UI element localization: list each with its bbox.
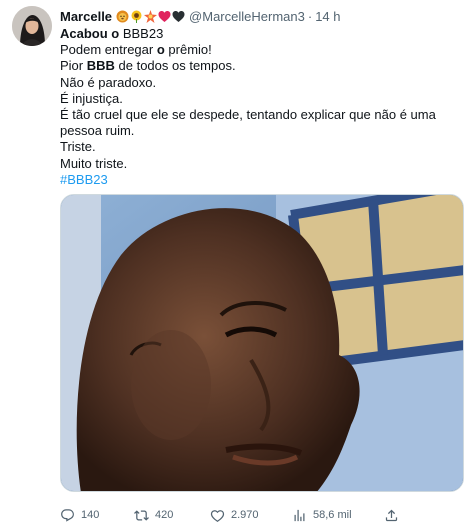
avatar[interactable] bbox=[12, 6, 52, 46]
author-name[interactable]: Marcelle bbox=[60, 9, 112, 24]
heart-icon bbox=[210, 509, 225, 522]
tweet-actions: 140 420 2.970 58,6 mil bbox=[60, 505, 464, 525]
like-count: 2.970 bbox=[231, 509, 259, 521]
tweet-line-2-start: Podem entregar bbox=[60, 42, 157, 58]
reply-button[interactable]: 140 bbox=[60, 508, 99, 523]
author-handle[interactable]: @MarcelleHerman3 bbox=[189, 9, 305, 24]
tweet-line-7: Triste. bbox=[60, 139, 96, 155]
views-count: 58,6 mil bbox=[313, 509, 352, 521]
red-heart-emoji-icon bbox=[158, 10, 171, 22]
tweet-timestamp[interactable]: 14 h bbox=[315, 9, 340, 24]
like-button[interactable]: 2.970 bbox=[210, 508, 259, 523]
avatar-image bbox=[12, 6, 52, 46]
tweet-line-2: Podem entregar o prêmio! bbox=[60, 42, 465, 58]
tweet-line-3-start: Pior bbox=[60, 58, 87, 74]
retweet-count: 420 bbox=[155, 509, 174, 521]
tweet[interactable]: Marcelle @MarcelleHerman3 · 14 h Acabou … bbox=[0, 0, 475, 532]
tweet-line-2-end: prêmio! bbox=[164, 42, 212, 58]
tweet-line-3-bold: BBB bbox=[86, 58, 115, 74]
author-emojis bbox=[116, 9, 185, 23]
tweet-line-8: Muito triste. bbox=[60, 155, 128, 171]
crying-man-photo bbox=[61, 195, 463, 491]
tweet-line-1-rest: BBB23 bbox=[122, 26, 164, 41]
tweet-header: Marcelle @MarcelleHerman3 · 14 h bbox=[60, 6, 465, 26]
hashtag-link[interactable]: #BBB23 bbox=[60, 172, 465, 188]
header-separator: · bbox=[307, 8, 313, 24]
retweet-icon bbox=[134, 509, 149, 521]
tweet-text: Acabou o BBB23 Podem entregar o prêmio! … bbox=[60, 26, 465, 188]
tweet-line-1: Acabou o BBB23 bbox=[60, 26, 465, 42]
views-button[interactable]: 58,6 mil bbox=[292, 508, 352, 523]
tweet-line-3: Pior BBB de todos os tempos. bbox=[60, 58, 465, 74]
lion-emoji-icon bbox=[116, 10, 129, 22]
tweet-line-1-bold: Acabou o bbox=[60, 26, 123, 41]
retweet-button[interactable]: 420 bbox=[134, 508, 173, 523]
tweet-line-2-bold: o bbox=[156, 42, 165, 58]
tweet-line-4: Não é paradoxo. bbox=[60, 74, 157, 90]
share-icon bbox=[385, 509, 398, 521]
reply-count: 140 bbox=[81, 509, 100, 521]
sparkle-burst-emoji-icon bbox=[144, 9, 158, 23]
sunflower-emoji-icon bbox=[131, 10, 142, 23]
reply-icon bbox=[61, 508, 74, 522]
share-button[interactable] bbox=[384, 508, 399, 523]
views-chart-icon bbox=[294, 509, 305, 521]
tweet-line-5: É injustiça. bbox=[60, 90, 123, 106]
tweet-media-image[interactable] bbox=[60, 194, 464, 492]
black-heart-emoji-icon bbox=[172, 10, 185, 22]
tweet-line-3-end: de todos os tempos. bbox=[114, 58, 236, 74]
tweet-line-6: É tão cruel que ele se despede, tentando… bbox=[60, 107, 436, 139]
